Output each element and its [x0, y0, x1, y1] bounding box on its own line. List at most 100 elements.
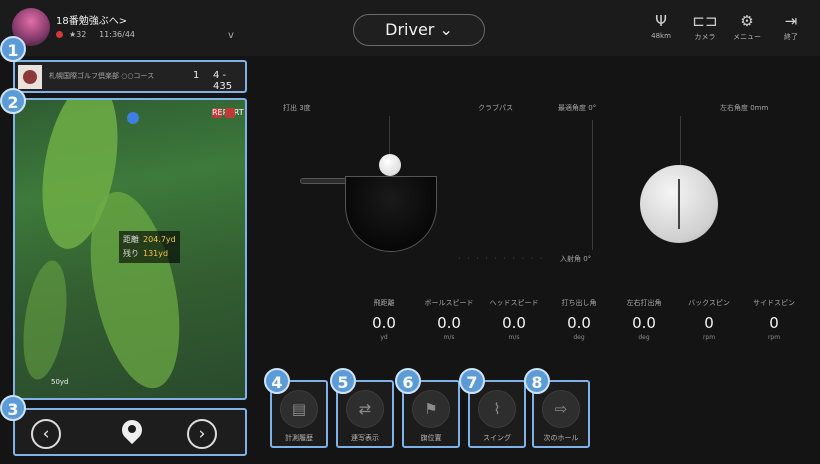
metric-value: 0: [704, 314, 714, 332]
course-name: 札幌国際ゴルフ倶楽部 ○○コース: [49, 72, 155, 80]
metric-title: ボールスピード: [424, 299, 474, 307]
metric-launch-angle: 打ち出し角 0.0 deg: [550, 298, 608, 350]
distance-label: 距離: [123, 235, 139, 244]
distance-readout: 距離 204.7yd 残り 131yd: [119, 231, 180, 263]
metric-unit: yd: [380, 334, 388, 341]
tool-label: 計測履歴: [285, 434, 313, 442]
metric-head-speed: ヘッドスピード 0.0 m/s: [485, 298, 543, 350]
chevron-left-icon: ‹: [42, 424, 50, 444]
next-hole-button[interactable]: ›: [187, 419, 217, 449]
map-navigation: ‹ ›: [13, 408, 247, 456]
exit-icon: ⇥: [784, 12, 798, 30]
remain-label: 残り: [123, 249, 139, 258]
metric-value: 0.0: [502, 314, 526, 332]
map-report-button[interactable]: REPORT: [209, 108, 244, 118]
metric-title: サイドスピン: [753, 299, 795, 307]
signal-button[interactable]: Ψ 48km: [644, 10, 678, 40]
metric-value: 0.0: [372, 314, 396, 332]
tool-label: 旗位置: [420, 434, 442, 442]
signal-icon: Ψ: [655, 12, 667, 30]
camera-label: カメラ: [694, 33, 716, 41]
camera-icon: ⊏⊐: [692, 12, 718, 30]
dotted-path: · · · · · · · · · ·: [458, 254, 545, 263]
hole-par-distance: 4 - 435: [213, 70, 233, 92]
tool-label: 次のホール: [543, 434, 579, 442]
ball-spin-graphic: [640, 165, 718, 243]
metric-title: 左右打出角: [626, 299, 662, 307]
metric-title: ヘッドスピード: [489, 299, 539, 307]
report-icon: [225, 108, 235, 118]
callout-badge: 1: [0, 36, 26, 62]
metric-side-angle: 左右打出角 0.0 deg: [615, 298, 673, 350]
metric-unit: rpm: [767, 334, 781, 341]
metric-unit: rpm: [702, 334, 716, 341]
metric-title: バックスピン: [688, 299, 730, 307]
arrow-right-icon: ⇨: [542, 390, 580, 428]
golf-ball-graphic: [379, 154, 401, 176]
location-pin-icon[interactable]: [117, 415, 147, 446]
status-dot-icon: [56, 31, 63, 38]
shot-metrics: 飛距離 0.0 yd ボールスピード 0.0 m/s ヘッドスピード 0.0 m…: [355, 298, 805, 350]
map-scale: 50yd: [51, 378, 69, 386]
launch-label: 打出 3度: [283, 104, 311, 112]
callout-badge: 8: [524, 368, 550, 394]
distance-value: 204.7yd: [143, 235, 176, 244]
remain-value: 131yd: [143, 249, 169, 258]
club-path-label: クラブパス: [478, 104, 513, 112]
menu-button[interactable]: ⚙ メニュー: [730, 10, 764, 42]
metric-carry: 飛距離 0.0 yd: [355, 298, 413, 350]
callout-badge: 4: [264, 368, 290, 394]
exit-label: 終了: [784, 33, 798, 41]
course-map[interactable]: REPORT 距離 204.7yd 残り 131yd 50yd: [13, 98, 247, 400]
club-select-button[interactable]: Driver ⌄: [353, 14, 485, 46]
report-label: REPORT: [212, 108, 244, 118]
metric-ball-speed: ボールスピード 0.0 m/s: [420, 298, 478, 350]
metric-unit: deg: [573, 334, 585, 341]
tool-label: 連写表示: [351, 434, 379, 442]
attack-angle-label: 入射角 0°: [560, 255, 592, 263]
user-status: ★32 11:36/44: [56, 30, 135, 39]
hole-header[interactable]: 札幌国際ゴルフ倶楽部 ○○コース 1 4 - 435: [13, 60, 247, 93]
metric-backspin: バックスピン 0 rpm: [680, 298, 738, 350]
club-label: Driver: [385, 20, 435, 39]
offset-label: 左右角度 0mm: [720, 104, 769, 112]
prev-hole-button[interactable]: ‹: [31, 419, 61, 449]
metric-value: 0.0: [567, 314, 591, 332]
club-head-graphic: [345, 176, 437, 252]
metric-unit: m/s: [508, 334, 520, 341]
callout-badge: 7: [459, 368, 485, 394]
signal-label: 48km: [651, 32, 671, 40]
guide-line: [592, 120, 593, 250]
metric-value: 0.0: [632, 314, 656, 332]
swing-icon: ⌇: [478, 390, 516, 428]
callout-badge: 6: [395, 368, 421, 394]
exit-button[interactable]: ⇥ 終了: [774, 10, 808, 42]
fairway-shape: [16, 257, 74, 383]
hole-number: 1: [193, 70, 200, 81]
user-stat-b: 11:36/44: [99, 30, 136, 39]
club-shaft-graphic: [300, 178, 350, 184]
flag-icon: ⚑: [412, 390, 450, 428]
metric-title: 飛距離: [373, 299, 395, 307]
guide-line: [680, 116, 681, 166]
pin-marker-icon[interactable]: [127, 112, 139, 128]
camera-button[interactable]: ⊏⊐ カメラ: [688, 10, 722, 42]
metric-unit: m/s: [443, 334, 455, 341]
top-bar: 18番勉強ぶへ> ★32 11:36/44 v Driver ⌄ Ψ 48km …: [0, 0, 820, 56]
menu-label: メニュー: [733, 33, 761, 41]
user-name[interactable]: 18番勉強ぶへ>: [56, 12, 127, 27]
metric-value: 0.0: [437, 314, 461, 332]
history-icon: ▤: [280, 390, 318, 428]
settings-icon: ⚙: [740, 12, 754, 30]
tool-label: スイング: [483, 434, 511, 442]
user-stat-a: ★32: [69, 30, 87, 39]
chevron-down-icon: ⌄: [439, 20, 453, 39]
replay-icon: ⇄: [346, 390, 384, 428]
face-angle-label: 最適角度 0°: [558, 104, 597, 112]
chevron-right-icon: ›: [198, 424, 206, 444]
callout-badge: 3: [0, 395, 26, 421]
course-logo: [18, 65, 42, 89]
callout-badge: 5: [330, 368, 356, 394]
chevron-down-icon[interactable]: v: [228, 30, 234, 41]
callout-badge: 2: [0, 88, 26, 114]
